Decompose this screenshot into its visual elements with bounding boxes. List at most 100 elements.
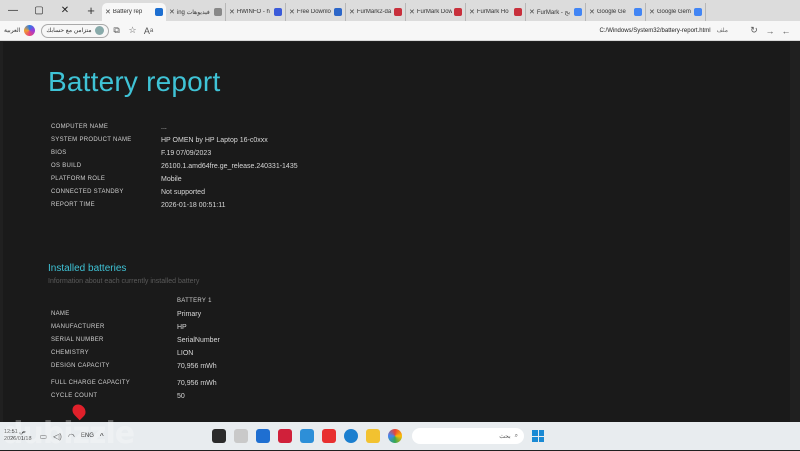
tab-list: ✕ Battery rep ✕ ing فيديوهات ✕ HWINFO - h ✕ Fre… (102, 0, 706, 21)
nav-buttons: ↻ → ← (740, 25, 800, 36)
extensions-icon[interactable]: ⧉ (109, 25, 125, 36)
field-value: 70,956 mWh (177, 380, 217, 387)
close-tab-icon[interactable]: ✕ (349, 8, 355, 16)
mcafee-icon[interactable] (278, 429, 292, 443)
tab-strip: — ▢ ✕ + ✕ Battery rep ✕ ing فيديوهات ✕ HWINFO… (0, 0, 800, 21)
forward-icon[interactable]: → (762, 26, 778, 36)
battery-info-row: MANUFACTURER HP (51, 324, 187, 331)
tab-label: Google Ge (596, 9, 626, 15)
report-page: Battery report COMPUTER NAME... SYSTEM PR… (3, 42, 790, 422)
url-field[interactable]: C:/Windows/System32/battery-report.html … (206, 23, 734, 39)
tab-7[interactable]: ✕ FurMark - بح (526, 3, 586, 21)
favicon-icon (155, 8, 163, 16)
tab-1[interactable]: ✕ ing فيديوهات (166, 3, 226, 21)
read-aloud-icon[interactable]: Aᵃ (141, 26, 157, 36)
window-controls: — ▢ ✕ (0, 0, 80, 21)
app-icon[interactable] (300, 429, 314, 443)
field-value: 2026-01-18 00:51:11 (161, 202, 226, 209)
app-icon[interactable] (322, 429, 336, 443)
tab-6[interactable]: ✕ FurMark Ho (466, 3, 526, 21)
tab-2[interactable]: ✕ HWINFO - h (226, 3, 286, 21)
battery-column-header: BATTERY 1 (177, 298, 212, 304)
close-tab-icon[interactable]: ✕ (529, 8, 535, 16)
field-label: SERIAL NUMBER (51, 337, 104, 343)
copilot-icon[interactable] (24, 25, 36, 36)
system-info-row: COMPUTER NAME... (51, 124, 167, 131)
refresh-icon[interactable]: ↻ (746, 25, 762, 36)
close-tab-icon[interactable]: ✕ (589, 8, 595, 16)
new-tab-button[interactable]: + (80, 3, 102, 18)
close-tab-icon[interactable]: ✕ (409, 8, 415, 16)
file-explorer-icon[interactable] (366, 429, 380, 443)
system-info-row: OS BUILD 26100.1.amd64fre.ge_release.2403… (51, 163, 298, 170)
edge-icon[interactable] (344, 429, 358, 443)
field-label: CONNECTED STANDBY (51, 189, 124, 195)
scrollbar[interactable] (790, 42, 800, 422)
favorites-icon[interactable]: ☆ (125, 25, 141, 36)
search-icon: ⌕ (514, 432, 518, 439)
tab-5[interactable]: ✕ FurMark Dow (406, 3, 466, 21)
tab-4[interactable]: ✕ FurMark2-da (346, 3, 406, 21)
language-label[interactable]: العربية (4, 27, 20, 34)
battery-info-row: SERIAL NUMBER SerialNumber (51, 337, 220, 344)
profile-label: متزامن مع حسابك (46, 28, 92, 34)
field-value: LION (177, 350, 194, 357)
tab-label: ing فيديوهات (176, 9, 210, 16)
favicon-icon (334, 8, 342, 16)
field-value: 26100.1.amd64fre.ge_release.240331-1435 (161, 163, 298, 170)
field-value: Primary (177, 311, 202, 318)
field-label: CHEMISTRY (51, 350, 89, 356)
field-value: HP (177, 324, 187, 331)
tab-label: Battery rep (112, 9, 143, 15)
field-label: DESIGN CAPACITY (51, 363, 110, 369)
outlook-icon[interactable] (256, 429, 270, 443)
favicon-icon (454, 8, 462, 16)
system-info-row: BIOS F.19 07/09/2023 (51, 150, 211, 157)
battery-info-row: DESIGN CAPACITY 70,956 mWh (51, 363, 217, 370)
close-tab-icon[interactable]: ✕ (469, 8, 475, 16)
field-value: 70,956 mWh (177, 363, 217, 370)
watermark: dubizzle (2, 416, 135, 451)
address-bar-row: العربية متزامن مع حسابك ⧉ ☆ Aᵃ C:/Window… (0, 21, 800, 41)
field-label: REPORT TIME (51, 202, 95, 208)
taskbar-search[interactable]: بحث ⌕ (412, 428, 524, 444)
close-tab-icon[interactable]: ✕ (289, 8, 295, 16)
installed-batteries-title: Installed batteries (48, 263, 127, 274)
minimize-button[interactable]: — (0, 5, 26, 16)
close-window-button[interactable]: ✕ (52, 5, 78, 16)
field-label: PLATFORM ROLE (51, 176, 106, 182)
system-info-row: SYSTEM PRODUCT NAME HP OMEN by HP Laptop … (51, 137, 268, 144)
close-tab-icon[interactable]: ✕ (105, 8, 111, 16)
close-tab-icon[interactable]: ✕ (169, 8, 175, 16)
close-tab-icon[interactable]: ✕ (649, 8, 655, 16)
favicon-icon (214, 8, 222, 16)
tab-0[interactable]: ✕ Battery rep (102, 3, 166, 21)
tab-8[interactable]: ✕ Google Ge (586, 3, 646, 21)
field-label: OS BUILD (51, 163, 82, 169)
field-value: HP OMEN by HP Laptop 16-c0xxx (161, 137, 268, 144)
installed-batteries-subtitle: Information about each currently install… (48, 278, 200, 285)
start-button[interactable] (532, 430, 544, 442)
back-icon[interactable]: ← (778, 26, 794, 36)
app-icon[interactable] (234, 429, 248, 443)
system-info-row: CONNECTED STANDBY Not supported (51, 189, 205, 196)
field-value: ... (161, 124, 167, 131)
favicon-icon (514, 8, 522, 16)
tab-label: Google Gem (656, 9, 691, 15)
tab-9[interactable]: ✕ Google Gem (646, 3, 706, 21)
battery-info-row: CYCLE COUNT 50 (51, 393, 185, 400)
terminal-icon[interactable] (212, 429, 226, 443)
tab-3[interactable]: ✕ Free Downlo (286, 3, 346, 21)
restore-button[interactable]: ▢ (26, 5, 52, 16)
profile-button[interactable]: متزامن مع حسابك (41, 23, 109, 38)
pinned-apps (208, 429, 406, 443)
tab-label: FurMark Dow (416, 9, 452, 15)
battery-info-row: CHEMISTRY LION (51, 350, 193, 357)
system-info-row: PLATFORM ROLE Mobile (51, 176, 182, 183)
search-placeholder: بحث (499, 433, 511, 440)
field-label: BIOS (51, 150, 67, 156)
field-label: NAME (51, 311, 70, 317)
chrome-icon[interactable] (388, 429, 402, 443)
close-tab-icon[interactable]: ✕ (229, 8, 235, 16)
field-value: Mobile (161, 176, 182, 183)
